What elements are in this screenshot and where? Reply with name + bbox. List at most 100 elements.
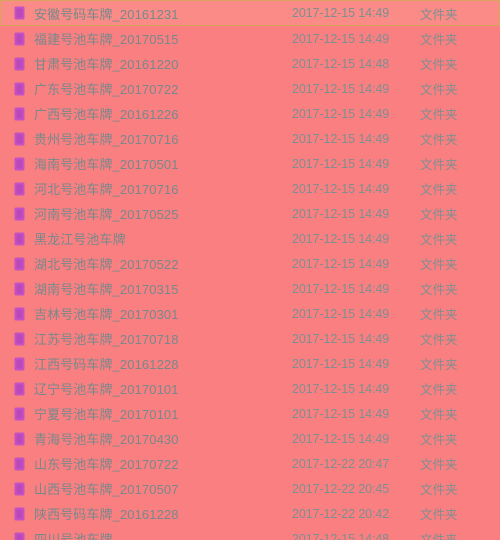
file-name: 山西号池车牌_20170507: [34, 482, 179, 497]
folder-icon: [14, 382, 25, 396]
file-name: 甘肃号池车牌_20161220: [34, 57, 179, 72]
file-name: 辽宁号池车牌_20170101: [34, 382, 179, 397]
file-modified-date: 2017-12-15 14:49: [292, 256, 390, 271]
file-type: 文件夹: [420, 508, 458, 522]
file-type: 文件夹: [420, 333, 458, 347]
file-type: 文件夹: [420, 158, 458, 172]
file-type: 文件夹: [420, 108, 458, 122]
file-type: 文件夹: [420, 233, 458, 247]
folder-icon: [14, 32, 25, 46]
file-name: 湖北号池车牌_20170522: [34, 257, 179, 272]
file-row[interactable]: 陕西号码车牌_20161228 2017-12-22 20:42 文件夹: [0, 501, 500, 526]
file-modified-date: 2017-12-15 14:49: [292, 156, 390, 171]
file-name: 湖南号池车牌_20170315: [34, 282, 179, 297]
file-row[interactable]: 贵州号池车牌_20170716 2017-12-15 14:49 文件夹: [0, 126, 500, 151]
file-type: 文件夹: [420, 58, 458, 72]
folder-icon: [14, 332, 25, 346]
folder-icon: [14, 6, 25, 20]
folder-icon: [14, 507, 25, 521]
file-name: 贵州号池车牌_20170716: [34, 132, 179, 147]
file-name: 福建号池车牌_20170515: [34, 32, 179, 47]
folder-icon: [14, 157, 25, 171]
file-row[interactable]: 湖北号池车牌_20170522 2017-12-15 14:49 文件夹: [0, 251, 500, 276]
folder-icon: [14, 432, 25, 446]
file-name: 山东号池车牌_20170722: [34, 457, 179, 472]
file-name: 海南号池车牌_20170501: [34, 157, 179, 172]
file-modified-date: 2017-12-15 14:49: [292, 181, 390, 196]
file-row[interactable]: 河南号池车牌_20170525 2017-12-15 14:49 文件夹: [0, 201, 500, 226]
file-modified-date: 2017-12-15 14:48: [292, 531, 390, 540]
file-name: 黑龙江号池车牌: [34, 232, 126, 247]
file-row[interactable]: 吉林号池车牌_20170301 2017-12-15 14:49 文件夹: [0, 301, 500, 326]
file-modified-date: 2017-12-15 14:49: [292, 306, 390, 321]
file-row[interactable]: 江西号码车牌_20161228 2017-12-15 14:49 文件夹: [0, 351, 500, 376]
file-name: 江苏号池车牌_20170718: [34, 332, 179, 347]
folder-icon: [14, 457, 25, 471]
file-name: 陕西号码车牌_20161228: [34, 507, 179, 522]
file-type: 文件夹: [420, 308, 458, 322]
file-type: 文件夹: [420, 258, 458, 272]
file-name: 江西号码车牌_20161228: [34, 357, 179, 372]
file-modified-date: 2017-12-15 14:49: [292, 406, 390, 421]
folder-icon: [14, 532, 25, 540]
file-name: 河北号池车牌_20170716: [34, 182, 179, 197]
file-modified-date: 2017-12-15 14:49: [292, 31, 390, 46]
file-type: 文件夹: [420, 358, 458, 372]
folder-icon: [14, 57, 25, 71]
file-row[interactable]: 黑龙江号池车牌 2017-12-15 14:49 文件夹: [0, 226, 500, 251]
file-modified-date: 2017-12-15 14:49: [292, 106, 390, 121]
file-modified-date: 2017-12-15 14:49: [292, 431, 390, 446]
file-type: 文件夹: [420, 483, 458, 497]
file-type: 文件夹: [420, 533, 458, 540]
file-modified-date: 2017-12-15 14:49: [292, 381, 390, 396]
folder-icon: [14, 132, 25, 146]
file-name: 四川号池车牌: [34, 532, 113, 540]
file-name: 宁夏号池车牌_20170101: [34, 407, 179, 422]
file-modified-date: 2017-12-15 14:49: [292, 331, 390, 346]
file-row[interactable]: 海南号池车牌_20170501 2017-12-15 14:49 文件夹: [0, 151, 500, 176]
file-name: 广东号池车牌_20170722: [34, 82, 179, 97]
file-name: 河南号池车牌_20170525: [34, 207, 179, 222]
file-name: 安徽号码车牌_20161231: [34, 6, 179, 22]
file-modified-date: 2017-12-15 14:49: [292, 131, 390, 146]
folder-icon: [14, 482, 25, 496]
file-row[interactable]: 湖南号池车牌_20170315 2017-12-15 14:49 文件夹: [0, 276, 500, 301]
folder-icon: [14, 357, 25, 371]
file-row[interactable]: 宁夏号池车牌_20170101 2017-12-15 14:49 文件夹: [0, 401, 500, 426]
file-modified-date: 2017-12-15 14:49: [292, 81, 390, 96]
file-type: 文件夹: [420, 183, 458, 197]
file-row[interactable]: 江苏号池车牌_20170718 2017-12-15 14:49 文件夹: [0, 326, 500, 351]
file-row[interactable]: 福建号池车牌_20170515 2017-12-15 14:49 文件夹: [0, 26, 500, 51]
file-type: 文件夹: [420, 433, 458, 447]
file-type: 文件夹: [420, 408, 458, 422]
file-row[interactable]: 山西号池车牌_20170507 2017-12-22 20:45 文件夹: [0, 476, 500, 501]
file-type: 文件夹: [420, 283, 458, 297]
file-type: 文件夹: [420, 458, 458, 472]
file-row[interactable]: 广东号池车牌_20170722 2017-12-15 14:49 文件夹: [0, 76, 500, 101]
file-row[interactable]: 甘肃号池车牌_20161220 2017-12-15 14:48 文件夹: [0, 51, 500, 76]
file-row[interactable]: 四川号池车牌 2017-12-15 14:48 文件夹: [0, 526, 500, 540]
folder-icon: [14, 282, 25, 296]
file-row[interactable]: 河北号池车牌_20170716 2017-12-15 14:49 文件夹: [0, 176, 500, 201]
file-modified-date: 2017-12-15 14:49: [292, 281, 390, 296]
folder-icon: [14, 407, 25, 421]
file-type: 文件夹: [420, 7, 458, 22]
file-modified-date: 2017-12-15 14:49: [292, 356, 390, 371]
folder-icon: [14, 207, 25, 221]
file-type: 文件夹: [420, 83, 458, 97]
file-row[interactable]: 山东号池车牌_20170722 2017-12-22 20:47 文件夹: [0, 451, 500, 476]
file-modified-date: 2017-12-22 20:47: [292, 456, 390, 471]
file-row[interactable]: 青海号池车牌_20170430 2017-12-15 14:49 文件夹: [0, 426, 500, 451]
file-modified-date: 2017-12-15 14:49: [292, 6, 390, 20]
file-list-panel[interactable]: 安徽号码车牌_20161231 2017-12-15 14:49 文件夹 福建号池车牌…: [0, 0, 500, 540]
file-type: 文件夹: [420, 383, 458, 397]
folder-icon: [14, 232, 25, 246]
file-modified-date: 2017-12-15 14:49: [292, 231, 390, 246]
folder-icon: [14, 257, 25, 271]
file-modified-date: 2017-12-22 20:42: [292, 506, 390, 521]
file-type: 文件夹: [420, 33, 458, 47]
file-row[interactable]: 广西号池车牌_20161226 2017-12-15 14:49 文件夹: [0, 101, 500, 126]
file-row[interactable]: 辽宁号池车牌_20170101 2017-12-15 14:49 文件夹: [0, 376, 500, 401]
folder-icon: [14, 107, 25, 121]
file-row[interactable]: 安徽号码车牌_20161231 2017-12-15 14:49 文件夹: [0, 0, 500, 26]
